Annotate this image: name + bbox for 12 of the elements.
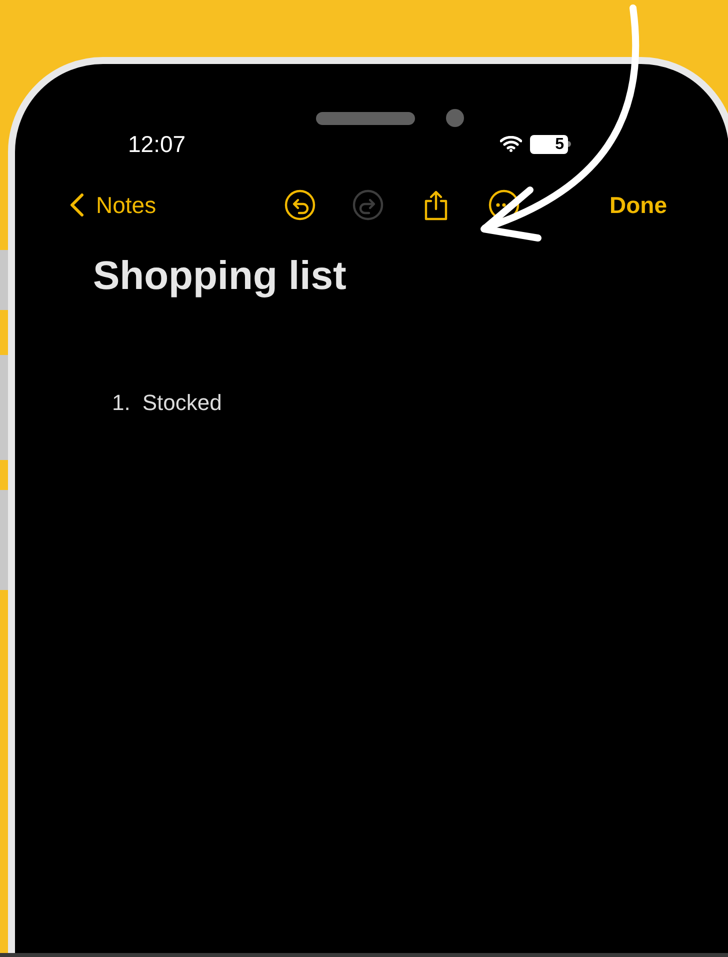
- wifi-icon: [500, 136, 522, 152]
- list-item-text: Stocked: [142, 389, 222, 417]
- back-button[interactable]: Notes: [70, 188, 156, 222]
- chevron-left-icon: [70, 193, 84, 217]
- battery-indicator: 5: [530, 134, 571, 154]
- status-time: 12:07: [128, 130, 186, 159]
- redo-icon: [352, 189, 384, 221]
- undo-icon: [284, 189, 316, 221]
- done-button[interactable]: Done: [610, 188, 667, 222]
- undo-button[interactable]: [284, 189, 316, 221]
- list-number: 1.: [112, 389, 130, 417]
- note-title: Shopping list: [93, 253, 348, 300]
